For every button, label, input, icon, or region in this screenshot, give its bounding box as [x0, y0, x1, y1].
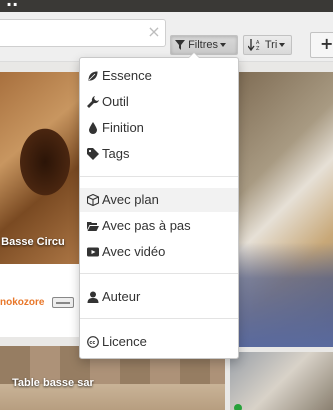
top-navbar: ..: [0, 0, 333, 12]
svg-text:Z: Z: [256, 46, 260, 51]
add-button-label: +: [320, 34, 333, 53]
chevron-down-icon: [220, 43, 227, 48]
filter-icon: [175, 40, 185, 51]
filter-menu-item-tags[interactable]: Tags: [80, 142, 238, 166]
filter-menu-item-avec-video[interactable]: Avec vidéo: [80, 240, 238, 264]
filter-menu-item-label: Avec vidéo: [102, 244, 166, 259]
creative-commons-icon: cc: [87, 336, 99, 348]
site-logo[interactable]: ..: [6, 0, 18, 10]
sort-alpha-icon: A Z: [248, 39, 260, 52]
filter-menu-item-label: Essence: [102, 68, 152, 83]
filter-menu-item-label: Licence: [102, 334, 147, 349]
add-button[interactable]: +: [310, 32, 333, 58]
filter-menu-item-essence[interactable]: Essence: [80, 64, 238, 88]
wrench-icon: [87, 96, 99, 108]
leaf-icon: [87, 70, 99, 82]
chevron-down-icon: [279, 43, 286, 48]
filter-menu-item-avec-plan[interactable]: Avec plan: [80, 188, 238, 212]
cube-icon: [87, 194, 99, 206]
drop-icon: [89, 122, 97, 134]
filter-menu-item-label: Tags: [102, 146, 130, 161]
filters-button[interactable]: Filtres: [170, 35, 238, 55]
filter-menu-item-label: Auteur: [102, 289, 141, 304]
project-photo: [230, 72, 333, 347]
clear-search-icon[interactable]: ×: [146, 23, 162, 41]
menu-divider: [80, 273, 238, 274]
folder-open-icon: [87, 222, 99, 231]
filter-menu-item-label: Finition: [102, 120, 144, 135]
filter-menu-item-label: Avec plan: [102, 192, 159, 207]
author-badge-icon: [52, 297, 74, 308]
sort-button-label: Tri: [264, 39, 278, 51]
filter-menu-item-finition[interactable]: Finition: [80, 116, 238, 140]
filter-menu-item-licence[interactable]: cc Licence: [80, 330, 238, 354]
project-author[interactable]: nokozore: [0, 297, 44, 308]
project-card[interactable]: [230, 352, 333, 410]
project-title[interactable]: Table basse sar: [12, 377, 94, 389]
menu-divider: [80, 176, 238, 177]
sort-button[interactable]: A Z Tri: [243, 35, 292, 55]
video-icon: [87, 247, 99, 257]
filter-menu-item-auteur[interactable]: Auteur: [80, 285, 238, 309]
filter-menu-item-label: Avec pas à pas: [102, 218, 191, 233]
tag-icon: [87, 148, 99, 160]
menu-divider: [80, 318, 238, 319]
user-icon: [87, 291, 99, 303]
status-dot: [234, 404, 242, 410]
project-title[interactable]: e Basse Circu: [0, 236, 65, 248]
filter-menu-item-label: Outil: [102, 94, 129, 109]
filter-menu-item-avec-pas-a-pas[interactable]: Avec pas à pas: [80, 214, 238, 238]
search-input[interactable]: [0, 19, 166, 47]
filter-menu-item-outil[interactable]: Outil: [80, 90, 238, 114]
project-photo: [230, 352, 333, 410]
svg-text:cc: cc: [89, 340, 95, 346]
project-card[interactable]: [230, 72, 333, 347]
filters-button-label: Filtres: [188, 39, 219, 51]
filters-dropdown-menu: Essence Outil Finition Tags Avec plan Av…: [79, 52, 239, 359]
